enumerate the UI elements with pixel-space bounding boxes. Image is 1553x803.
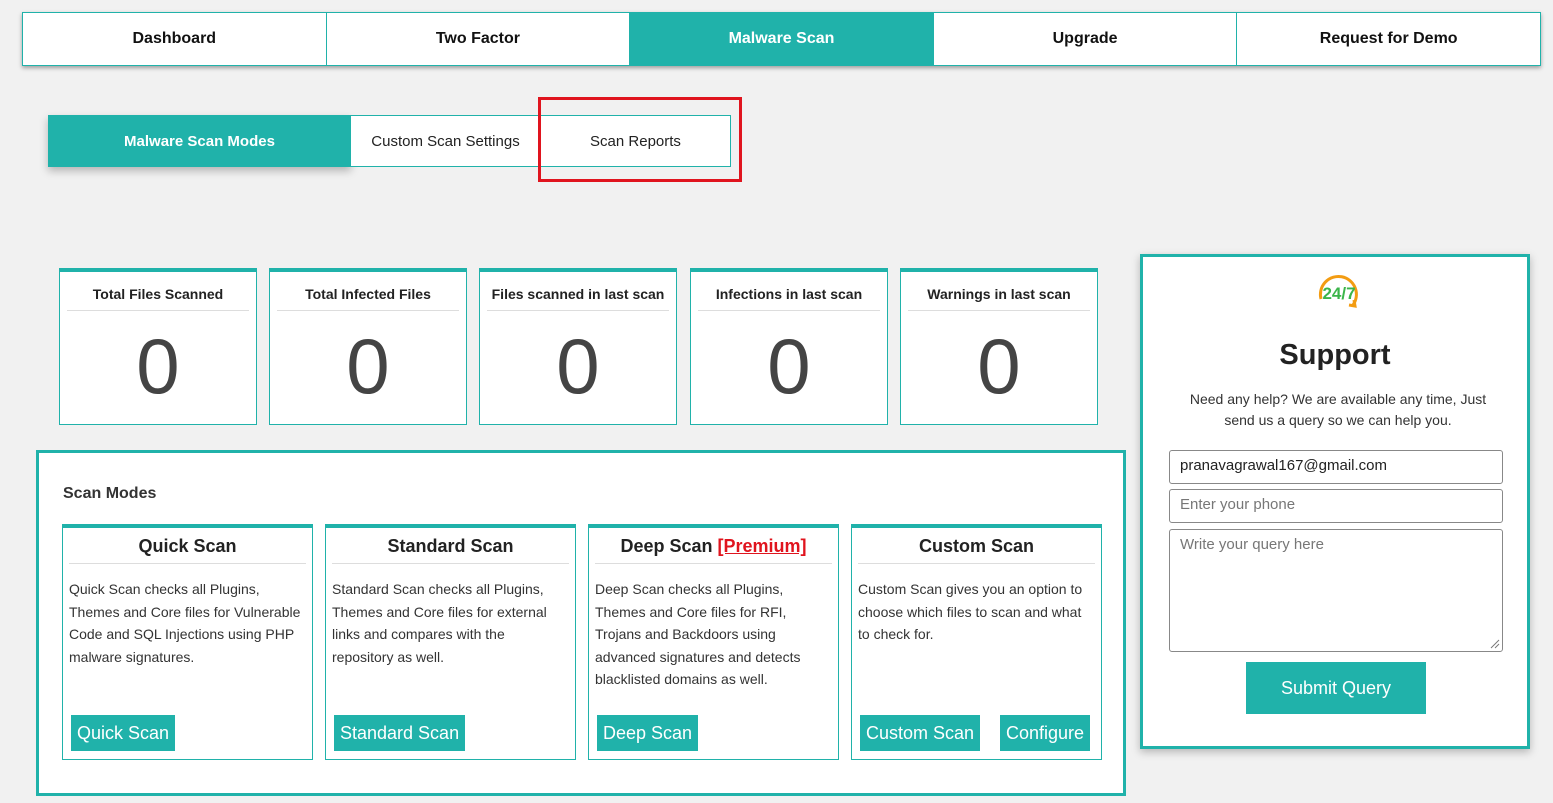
stat-card-total-infected-files: Total Infected Files 0 <box>269 268 467 425</box>
tab-malware-scan[interactable]: Malware Scan <box>630 12 934 66</box>
quick-scan-button[interactable]: Quick Scan <box>71 715 176 751</box>
stat-value: 0 <box>556 322 600 410</box>
stat-value: 0 <box>977 322 1021 410</box>
stat-card-warnings-last-scan: Warnings in last scan 0 <box>900 268 1098 425</box>
standard-scan-button[interactable]: Standard Scan <box>334 715 466 751</box>
subtab-malware-scan-modes[interactable]: Malware Scan Modes <box>48 115 351 167</box>
24-7-icon: 24/7 <box>1318 275 1358 308</box>
stat-card-files-scanned-last-scan: Files scanned in last scan 0 <box>479 268 677 425</box>
stat-value: 0 <box>136 322 180 410</box>
scan-modes-panel: Scan Modes Quick Scan Quick Scan checks … <box>36 450 1126 796</box>
mode-description: Standard Scan checks all Plugins, Themes… <box>332 581 547 665</box>
resize-grip-icon[interactable] <box>1490 639 1500 649</box>
mode-card-custom-scan: Custom Scan Custom Scan gives you an opt… <box>851 524 1102 760</box>
configure-button[interactable]: Configure <box>1000 715 1091 751</box>
query-placeholder: Write your query here <box>1180 536 1324 553</box>
mode-description: Quick Scan checks all Plugins, Themes an… <box>69 581 301 665</box>
tab-dashboard[interactable]: Dashboard <box>22 12 327 66</box>
phone-field[interactable]: Enter your phone <box>1169 489 1503 523</box>
support-title: Support <box>1279 339 1391 371</box>
submit-query-button[interactable]: Submit Query <box>1246 662 1426 714</box>
query-textarea[interactable]: Write your query here <box>1169 529 1503 652</box>
stat-title: Warnings in last scan <box>908 272 1090 311</box>
top-nav: Dashboard Two Factor Malware Scan Upgrad… <box>22 12 1541 66</box>
tab-request-for-demo[interactable]: Request for Demo <box>1237 12 1541 66</box>
mode-description: Deep Scan checks all Plugins, Themes and… <box>595 581 801 687</box>
support-panel: 24/7 Support Need any help? We are avail… <box>1140 254 1530 749</box>
stat-card-infections-last-scan: Infections in last scan 0 <box>690 268 888 425</box>
stat-card-total-files-scanned: Total Files Scanned 0 <box>59 268 257 425</box>
stat-title: Files scanned in last scan <box>487 272 669 311</box>
subtab-scan-reports[interactable]: Scan Reports <box>541 115 731 167</box>
tab-upgrade[interactable]: Upgrade <box>933 12 1238 66</box>
email-field[interactable]: pranavagrawal167@gmail.com <box>1169 450 1503 484</box>
support-text: Need any help? We are available any time… <box>1189 391 1487 428</box>
mode-title: Custom Scan <box>858 528 1095 564</box>
mode-description: Custom Scan gives you an option to choos… <box>858 581 1083 642</box>
stat-value: 0 <box>346 322 390 410</box>
subtab-custom-scan-settings[interactable]: Custom Scan Settings <box>351 115 541 167</box>
mode-title-text: Deep Scan <box>620 536 713 556</box>
stat-value: 0 <box>767 322 811 410</box>
custom-scan-button[interactable]: Custom Scan <box>860 715 981 751</box>
tab-two-factor[interactable]: Two Factor <box>326 12 631 66</box>
stat-title: Total Files Scanned <box>67 272 249 311</box>
mode-card-deep-scan: Deep Scan [Premium] Deep Scan checks all… <box>588 524 839 760</box>
mode-title: Deep Scan [Premium] <box>595 528 832 564</box>
stat-title: Total Infected Files <box>277 272 459 311</box>
mode-card-quick-scan: Quick Scan Quick Scan checks all Plugins… <box>62 524 313 760</box>
24-7-icon-text: 24/7 <box>1322 284 1355 303</box>
premium-link[interactable]: [Premium] <box>718 536 807 556</box>
stat-title: Infections in last scan <box>698 272 880 311</box>
scan-modes-title: Scan Modes <box>63 485 157 502</box>
mode-title: Standard Scan <box>332 528 569 564</box>
mode-card-standard-scan: Standard Scan Standard Scan checks all P… <box>325 524 576 760</box>
sub-nav: Malware Scan Modes Custom Scan Settings … <box>48 115 731 167</box>
mode-title: Quick Scan <box>69 528 306 564</box>
deep-scan-button[interactable]: Deep Scan <box>597 715 699 751</box>
